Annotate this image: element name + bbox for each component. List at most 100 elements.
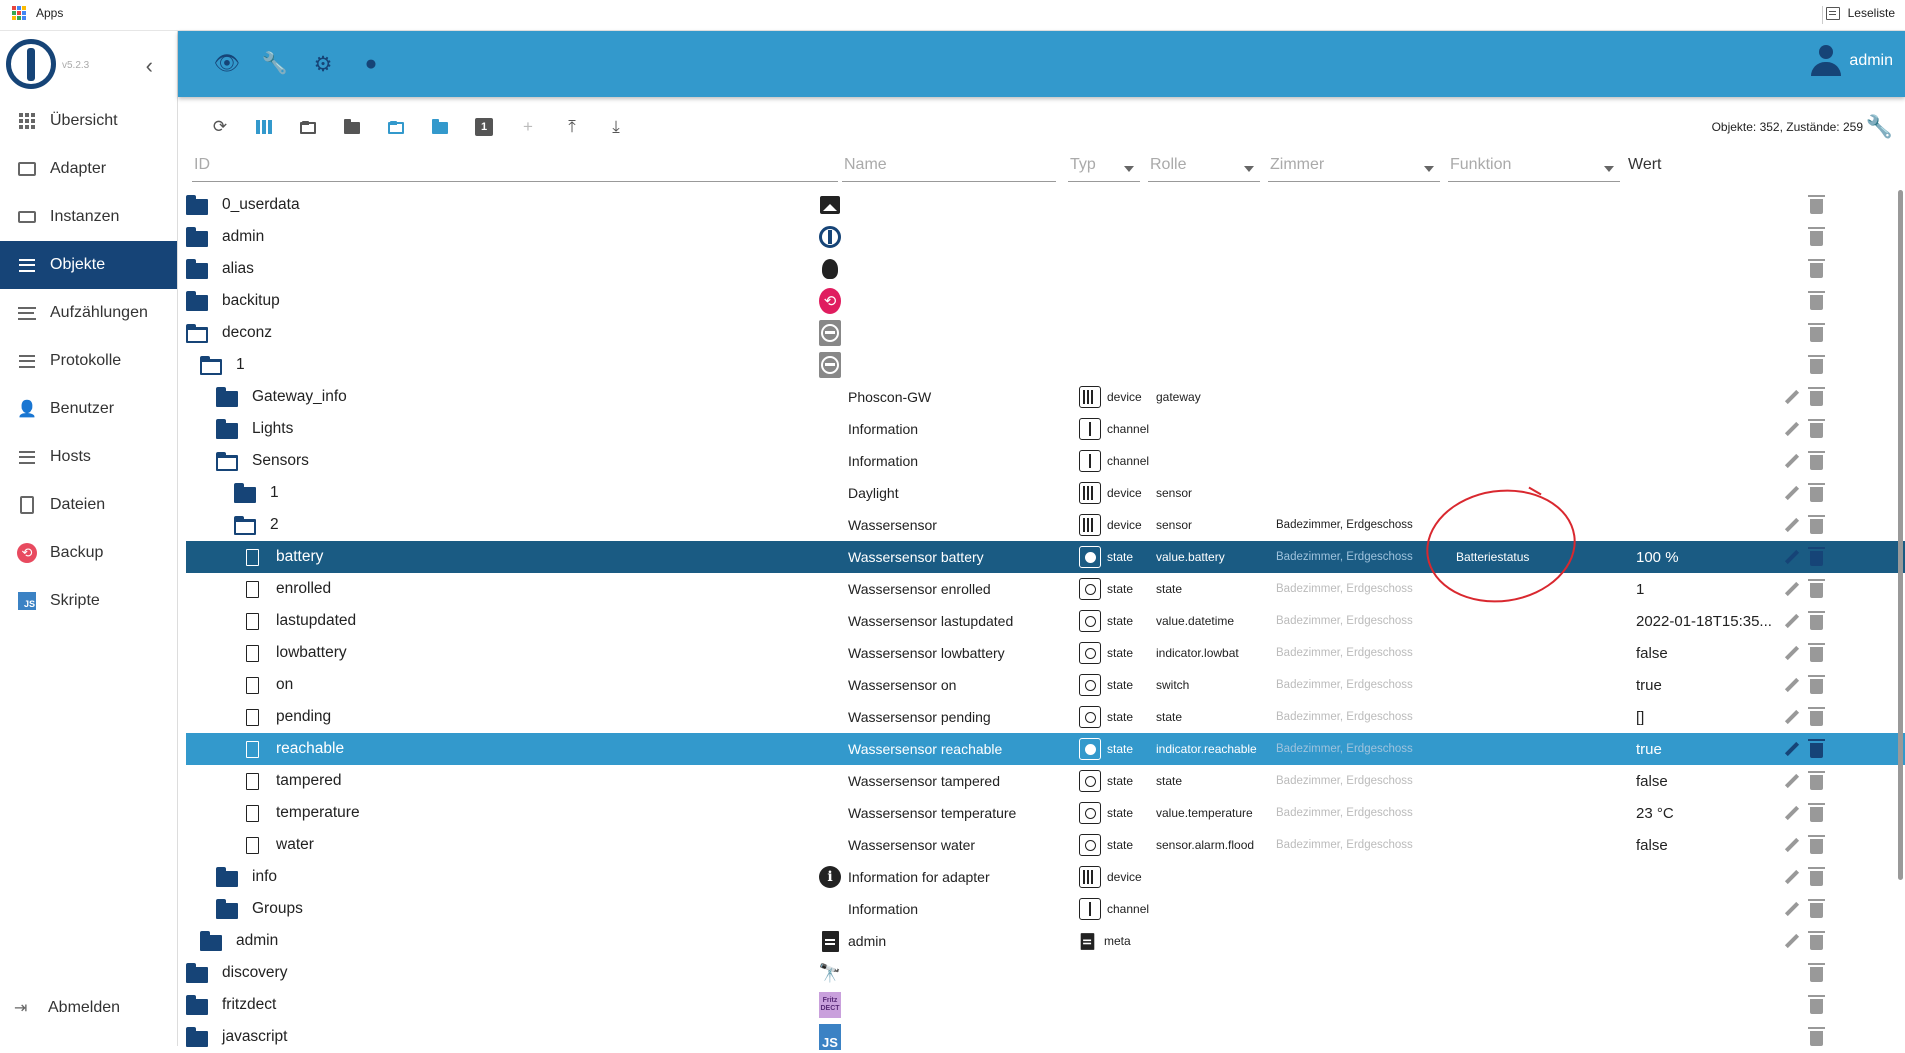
folder-icon[interactable] [216, 386, 238, 407]
object-id-cell[interactable]: 0_userdata [186, 189, 686, 221]
file-icon[interactable] [246, 772, 259, 790]
object-row[interactable]: Gateway_info Phoscon-GW device gateway [186, 381, 1905, 413]
object-value[interactable]: [] [1636, 701, 1776, 733]
object-value[interactable] [1636, 989, 1776, 1021]
object-value[interactable] [1636, 1021, 1776, 1053]
user-menu[interactable]: admin [1811, 45, 1893, 77]
edit-icon[interactable] [1780, 797, 1804, 829]
add-object-icon[interactable]: + [506, 114, 550, 140]
folder-open-outline-icon[interactable] [286, 114, 330, 140]
object-row[interactable]: reachable Wassersensor reachable state indi… [186, 733, 1905, 765]
folder-icon[interactable] [186, 290, 208, 311]
object-id-cell[interactable]: admin [186, 221, 686, 253]
object-id-cell[interactable]: deconz [186, 317, 686, 349]
id-filter-input[interactable]: ID [192, 156, 838, 182]
delete-icon[interactable] [1804, 861, 1828, 893]
delete-icon[interactable] [1804, 573, 1828, 605]
object-value[interactable]: true [1636, 669, 1776, 701]
delete-icon[interactable] [1804, 221, 1828, 253]
folder-icon[interactable] [186, 226, 208, 247]
edit-icon[interactable] [1780, 669, 1804, 701]
object-value[interactable]: false [1636, 765, 1776, 797]
object-row[interactable]: 1 Daylight device sensor [186, 477, 1905, 509]
object-id-cell[interactable]: javascript [186, 1021, 686, 1053]
room-filter-select[interactable]: Zimmer [1268, 156, 1440, 182]
object-row[interactable]: alias [186, 253, 1905, 285]
head-icon[interactable]: ● [358, 51, 384, 77]
delete-icon[interactable] [1804, 989, 1828, 1021]
object-value[interactable] [1636, 861, 1776, 893]
folder-icon[interactable] [216, 418, 238, 439]
object-id-cell[interactable]: lastupdated [246, 605, 686, 637]
edit-icon[interactable] [1780, 637, 1804, 669]
edit-icon[interactable] [1780, 701, 1804, 733]
refresh-icon[interactable]: ⟳ [198, 114, 242, 140]
object-row[interactable]: tampered Wassersensor tampered state state B… [186, 765, 1905, 797]
object-id-cell[interactable]: temperature [246, 797, 686, 829]
file-icon[interactable] [246, 612, 259, 630]
delete-icon[interactable] [1804, 1021, 1828, 1053]
object-row[interactable]: 1 [186, 349, 1905, 381]
eye-icon[interactable]: 👁 [214, 51, 241, 77]
object-value[interactable] [1636, 893, 1776, 925]
object-row[interactable]: temperature Wassersensor temperature state… [186, 797, 1905, 829]
object-value[interactable]: true [1636, 733, 1776, 765]
edit-icon[interactable] [1780, 477, 1804, 509]
sidebar-item-skripte[interactable]: JS Skripte [0, 577, 177, 625]
object-row[interactable]: deconz [186, 317, 1905, 349]
edit-icon[interactable] [1780, 733, 1804, 765]
object-id-cell[interactable]: Gateway_info [216, 381, 686, 413]
object-id-cell[interactable]: Sensors [216, 445, 686, 477]
object-value[interactable] [1636, 381, 1776, 413]
folder-icon[interactable] [186, 258, 208, 279]
edit-icon[interactable] [1780, 381, 1804, 413]
folder-icon[interactable] [186, 194, 208, 215]
file-icon[interactable] [246, 804, 259, 822]
object-id-cell[interactable]: on [246, 669, 686, 701]
object-row[interactable]: backitup ⟲ [186, 285, 1905, 317]
edit-icon[interactable] [1780, 413, 1804, 445]
edit-icon[interactable] [1780, 829, 1804, 861]
edit-icon[interactable] [1780, 925, 1804, 957]
object-row[interactable]: admin admin meta [186, 925, 1905, 957]
reading-list[interactable]: Leseliste [1825, 6, 1895, 20]
object-value[interactable]: 100 % [1636, 541, 1776, 573]
expand-all-icon[interactable] [374, 114, 418, 140]
folder-open-icon[interactable] [216, 451, 238, 471]
object-row[interactable]: 0_userdata [186, 189, 1905, 221]
collapse-all-icon[interactable] [418, 114, 462, 140]
object-value[interactable] [1636, 445, 1776, 477]
object-id-cell[interactable]: water [246, 829, 686, 861]
object-id-cell[interactable]: tampered [246, 765, 686, 797]
edit-icon[interactable] [1780, 573, 1804, 605]
sidebar-item-hosts[interactable]: Hosts [0, 433, 177, 481]
object-id-cell[interactable]: Lights [216, 413, 686, 445]
delete-icon[interactable] [1804, 605, 1828, 637]
file-icon[interactable] [246, 580, 259, 598]
edit-icon[interactable] [1780, 893, 1804, 925]
folder-icon[interactable] [186, 962, 208, 983]
folder-open-icon[interactable] [186, 323, 208, 343]
edit-icon[interactable] [1780, 605, 1804, 637]
folder-icon[interactable] [216, 866, 238, 887]
object-row[interactable]: battery Wassersensor battery state value.ba… [186, 541, 1905, 573]
object-row[interactable]: info i Information for adapter device [186, 861, 1905, 893]
object-id-cell[interactable]: 2 [234, 509, 686, 541]
object-id-cell[interactable]: enrolled [246, 573, 686, 605]
object-value[interactable] [1636, 317, 1776, 349]
object-value[interactable] [1636, 349, 1776, 381]
delete-icon[interactable] [1804, 189, 1828, 221]
object-value[interactable] [1636, 477, 1776, 509]
delete-icon[interactable] [1804, 413, 1828, 445]
sidebar-item-objekte[interactable]: Objekte [0, 241, 177, 289]
delete-icon[interactable] [1804, 381, 1828, 413]
object-row[interactable]: Lights Information channel [186, 413, 1905, 445]
object-row[interactable]: Sensors Information channel [186, 445, 1905, 477]
edit-icon[interactable] [1780, 445, 1804, 477]
delete-icon[interactable] [1804, 957, 1828, 989]
object-row[interactable]: pending Wassersensor pending state state Bad… [186, 701, 1905, 733]
file-icon[interactable] [246, 740, 259, 758]
delete-icon[interactable] [1804, 541, 1828, 573]
object-id-cell[interactable]: discovery [186, 957, 686, 989]
edit-icon[interactable] [1780, 509, 1804, 541]
